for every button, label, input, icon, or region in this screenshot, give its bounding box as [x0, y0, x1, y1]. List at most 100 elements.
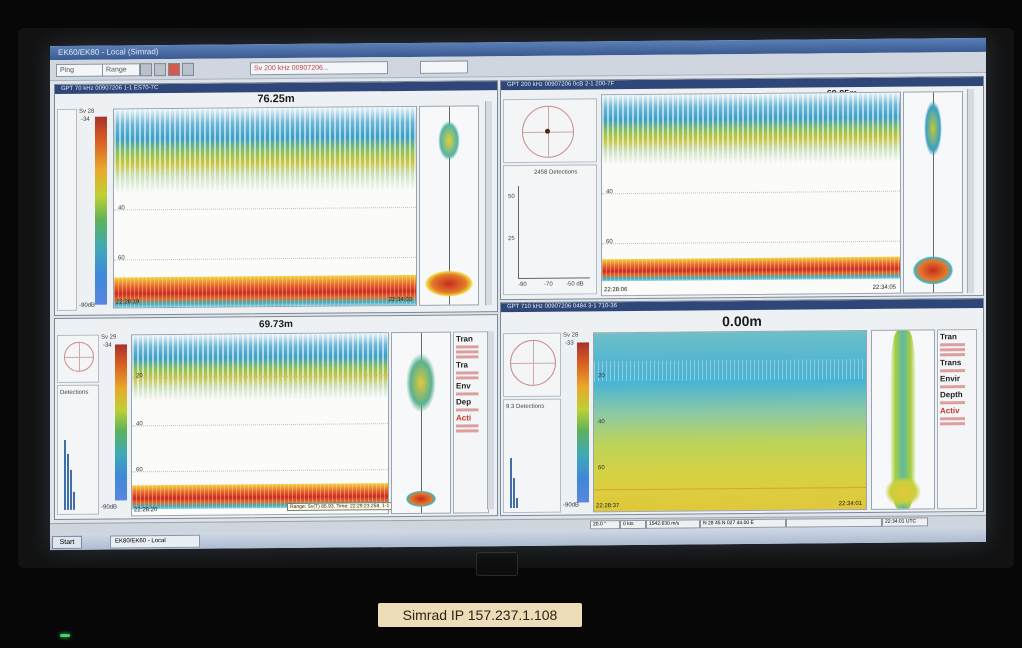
compass-circle: [64, 341, 94, 372]
status-sound-speed: 1542.630 m/s: [646, 519, 700, 529]
sidebar-line: [456, 392, 488, 396]
sidebar-line: [940, 422, 976, 426]
echogram[interactable]: 40 60 22:28:19 22:34:03: [113, 105, 417, 309]
vertical-scrollbar[interactable]: [487, 331, 494, 510]
status-temperature: 20.0 °: [590, 520, 620, 530]
compass-view: [57, 334, 99, 384]
depth-tick: 20: [598, 373, 605, 380]
detections-count: 2458 Detections: [534, 169, 578, 176]
hist-blob: [425, 270, 473, 297]
det-bar: [67, 453, 69, 510]
det-x-tick: -70: [544, 281, 553, 288]
echogram[interactable]: 20 40 60 22:28:20 22:34:01: [131, 332, 389, 517]
scale-title: Sv 29: [101, 334, 117, 341]
info-sidebar: Tran Trans Envir Depth Activ: [937, 328, 977, 510]
det-x-tick: -50 dB: [566, 281, 584, 288]
detections-count: Detections: [60, 389, 89, 396]
hist-blob: [913, 256, 953, 285]
color-scale[interactable]: [115, 344, 127, 501]
depth-tick: 40: [136, 421, 143, 428]
hist-blob: [406, 352, 436, 413]
sidebar-heading[interactable]: Activ: [940, 406, 976, 415]
vertical-scrollbar[interactable]: [485, 101, 492, 306]
det-bar: [516, 498, 518, 509]
panel-title: GPT 710 kHz 00907206 0484 3-1 710-36: [501, 298, 983, 313]
grid-line: [114, 206, 416, 211]
mode-select[interactable]: [420, 60, 468, 74]
scale-title: Sv 28: [563, 332, 579, 339]
start-button[interactable]: Start: [52, 535, 82, 550]
sidebar-heading[interactable]: Env: [456, 381, 488, 390]
stop-button[interactable]: [182, 62, 194, 76]
vertical-scrollbar[interactable]: [967, 89, 974, 294]
sidebar-line: [940, 348, 976, 352]
sidebar-heading[interactable]: Acti: [456, 413, 488, 422]
grid-line: [114, 256, 416, 261]
seabed-echo: [114, 274, 416, 308]
grid-line: [132, 469, 388, 473]
det-y-tick: 25: [508, 236, 515, 243]
sidebar-line: [456, 350, 488, 354]
det-x-tick: -90: [518, 281, 527, 288]
fish-layer: [602, 92, 900, 166]
taskbar-app[interactable]: EK80/EK60 - Local: [110, 534, 200, 549]
det-bar: [73, 491, 75, 510]
color-scale[interactable]: [95, 116, 107, 305]
scale-title: Sv 28: [79, 108, 95, 115]
depth-readout: 69.73m: [259, 318, 293, 331]
status-speed: 0 kts: [620, 519, 646, 530]
single-target-histogram: [419, 105, 479, 306]
sidebar-heading[interactable]: Envir: [940, 374, 976, 383]
pause-button[interactable]: [154, 63, 166, 77]
sidebar-line: [940, 385, 976, 389]
grid-line: [132, 423, 388, 427]
detections-chart: 9.3 Detections: [503, 398, 561, 514]
monitor-logo: [476, 552, 518, 576]
grid-line: [602, 240, 900, 245]
sidebar-heading[interactable]: Dep: [456, 397, 488, 406]
echogram-panel-70khz: GPT 70 kHz 00907206 1-1 ES70-7C 76.25m S…: [54, 80, 498, 317]
echogram[interactable]: 20 40 60 22:28:37 22:34:01: [593, 329, 867, 513]
status-time: 22:34:01 UTC: [882, 517, 928, 527]
sidebar-line: [456, 429, 488, 433]
left-toolstrip: [57, 108, 77, 312]
det-bar: [64, 439, 66, 510]
time-start: 22:28:37: [596, 503, 620, 510]
sidebar-line: [456, 408, 488, 412]
play-button[interactable]: [140, 63, 152, 77]
grid-line: [602, 190, 900, 195]
sidebar-line: [456, 345, 488, 349]
sidebar-heading[interactable]: Trans: [940, 358, 976, 367]
scale-min: -90dB: [79, 302, 96, 309]
sidebar-heading[interactable]: Depth: [940, 390, 976, 399]
time-start: 22:28:20: [134, 507, 158, 514]
sidebar-line: [940, 369, 976, 373]
hist-blob: [885, 476, 921, 507]
echogram[interactable]: 40 60 22:28:06 22:34:05: [601, 91, 901, 297]
record-button[interactable]: [168, 62, 180, 77]
hist-blob: [438, 120, 460, 161]
time-end: 22:34:01: [838, 500, 862, 508]
target-dot: [545, 128, 550, 134]
sidebar-heading[interactable]: Tran: [456, 334, 488, 343]
time-end: 22:34:05: [872, 284, 896, 291]
power-led: [60, 634, 70, 637]
ping-field[interactable]: Ping: [56, 63, 104, 78]
det-bar: [70, 469, 72, 510]
noise-layer: [594, 358, 866, 382]
depth-tick: 20: [136, 373, 143, 380]
detections-chart: Detections: [57, 384, 99, 516]
sidebar-line: [456, 371, 488, 375]
fish-layer: [132, 333, 388, 402]
sidebar-line: [940, 417, 976, 421]
scale-max: -34: [103, 342, 112, 349]
det-bar: [513, 478, 515, 509]
det-bar: [510, 458, 512, 509]
bottom-line: [594, 486, 866, 491]
range-field[interactable]: Range: [102, 63, 140, 77]
sidebar-heading[interactable]: Tra: [456, 360, 488, 369]
channel-select[interactable]: Sv 200 kHz 00907206...: [250, 61, 388, 76]
depth-tick: 40: [118, 205, 125, 212]
color-scale[interactable]: [577, 342, 589, 503]
sidebar-heading[interactable]: Tran: [940, 332, 976, 341]
